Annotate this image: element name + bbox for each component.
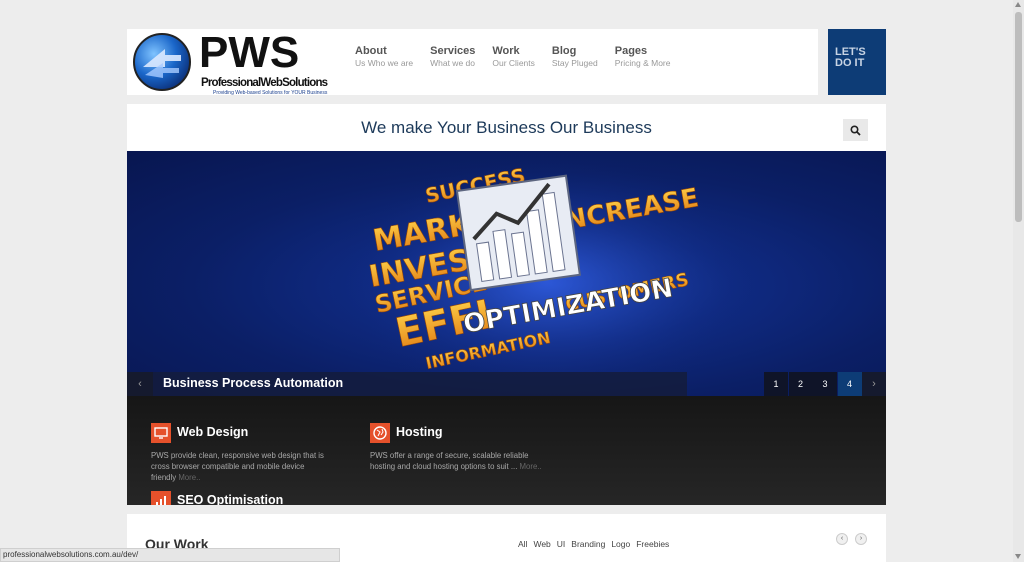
globe-logo-icon [133,33,191,91]
nav-item-about[interactable]: About Us Who we are [355,45,413,69]
nav-item-services[interactable]: Services What we do [430,45,475,69]
nav-item-sublabel: Pricing & More [614,58,671,68]
nav-item-blog[interactable]: Blog Stay Pluged [552,45,598,69]
nav-item-label: Blog [551,45,577,57]
nav-item-label: Work [492,45,520,57]
nav-item-sublabel: Stay Pluged [551,58,598,68]
slider-page-2[interactable]: 2 [788,372,813,396]
nav-item-sublabel: Us Who we are [355,58,414,68]
nav-item-work[interactable]: Work Our Clients [492,45,535,69]
services-panel: Web Design PWS provide clean, responsive… [127,396,886,505]
monitor-icon [151,423,171,443]
scroll-down-icon[interactable] [1015,554,1021,559]
page-scrollbar[interactable] [1013,0,1024,562]
hero-slider[interactable]: SUCCESS MARKE INVEST SERVICE EFFI INCREA… [127,151,886,396]
service-title: Hosting [396,425,443,439]
slider-page-1[interactable]: 1 [764,372,788,396]
scroll-up-icon[interactable] [1015,2,1021,7]
service-title: Web Design [177,425,249,439]
slide-caption: Business Process Automation [163,376,344,390]
nav-item-label: Pages [614,45,648,57]
search-button[interactable] [843,119,868,141]
service-title: SEO Optimisation [177,493,284,505]
site-header: PWS ProfessionalWebSolutions Providing W… [127,29,818,96]
slider-pager: 1 2 3 4 [764,372,862,396]
chart-icon [151,491,171,505]
status-bar-url: professionalwebsolutions.com.au/dev/ [0,548,340,562]
main-nav: About Us Who we are Services What we do … [355,45,687,69]
nav-item-sublabel: What we do [430,58,475,68]
logo-tagline: Providing Web-based Solutions for YOUR B… [213,90,328,96]
filter-web[interactable]: Web [533,539,550,549]
nav-item-pages[interactable]: Pages Pricing & More [615,45,671,69]
scrollbar-thumb[interactable] [1015,12,1022,222]
service-description: PWS provide clean, responsive web design… [151,450,331,483]
lets-do-it-button[interactable]: LET'S DO IT [828,29,886,95]
filter-ui[interactable]: UI [557,539,566,549]
filter-all[interactable]: All [518,539,527,549]
work-filters: All Web UI Branding Logo Freebies [518,539,675,549]
logo-fullname: ProfessionalWebSolutions [201,77,328,89]
work-next-button[interactable]: › [855,533,867,545]
bar-chart-graphic [455,174,581,292]
filter-freebies[interactable]: Freebies [636,539,669,549]
site-logo[interactable]: PWS ProfessionalWebSolutions Providing W… [133,29,333,96]
service-description: PWS offer a range of secure, scalable re… [370,450,550,472]
slider-next-button[interactable]: › [862,372,886,396]
logo-wordmark: PWS [199,28,300,77]
slider-prev-button[interactable]: ‹ [127,372,153,396]
more-link[interactable]: More.. [520,462,542,471]
service-desc-text: PWS offer a range of secure, scalable re… [370,451,529,471]
service-desc-text: PWS provide clean, responsive web design… [151,451,324,482]
nav-item-label: Services [430,45,476,57]
filter-logo[interactable]: Logo [611,539,630,549]
more-link[interactable]: More.. [178,473,200,482]
page-tagline: We make Your Business Our Business [361,118,652,137]
tagline-bar: We make Your Business Our Business [127,104,886,151]
optimization-word-cloud-image: SUCCESS MARKE INVEST SERVICE EFFI INCREA… [327,151,767,396]
globe-icon [370,423,390,443]
cta-line-2: DO IT [835,57,865,69]
work-prev-button[interactable]: ‹ [836,533,848,545]
nav-item-sublabel: Our Clients [492,58,535,68]
search-icon [850,125,861,136]
filter-branding[interactable]: Branding [571,539,605,549]
slider-page-3[interactable]: 3 [813,372,837,396]
slider-page-4[interactable]: 4 [837,372,862,396]
nav-item-label: About [355,45,387,57]
